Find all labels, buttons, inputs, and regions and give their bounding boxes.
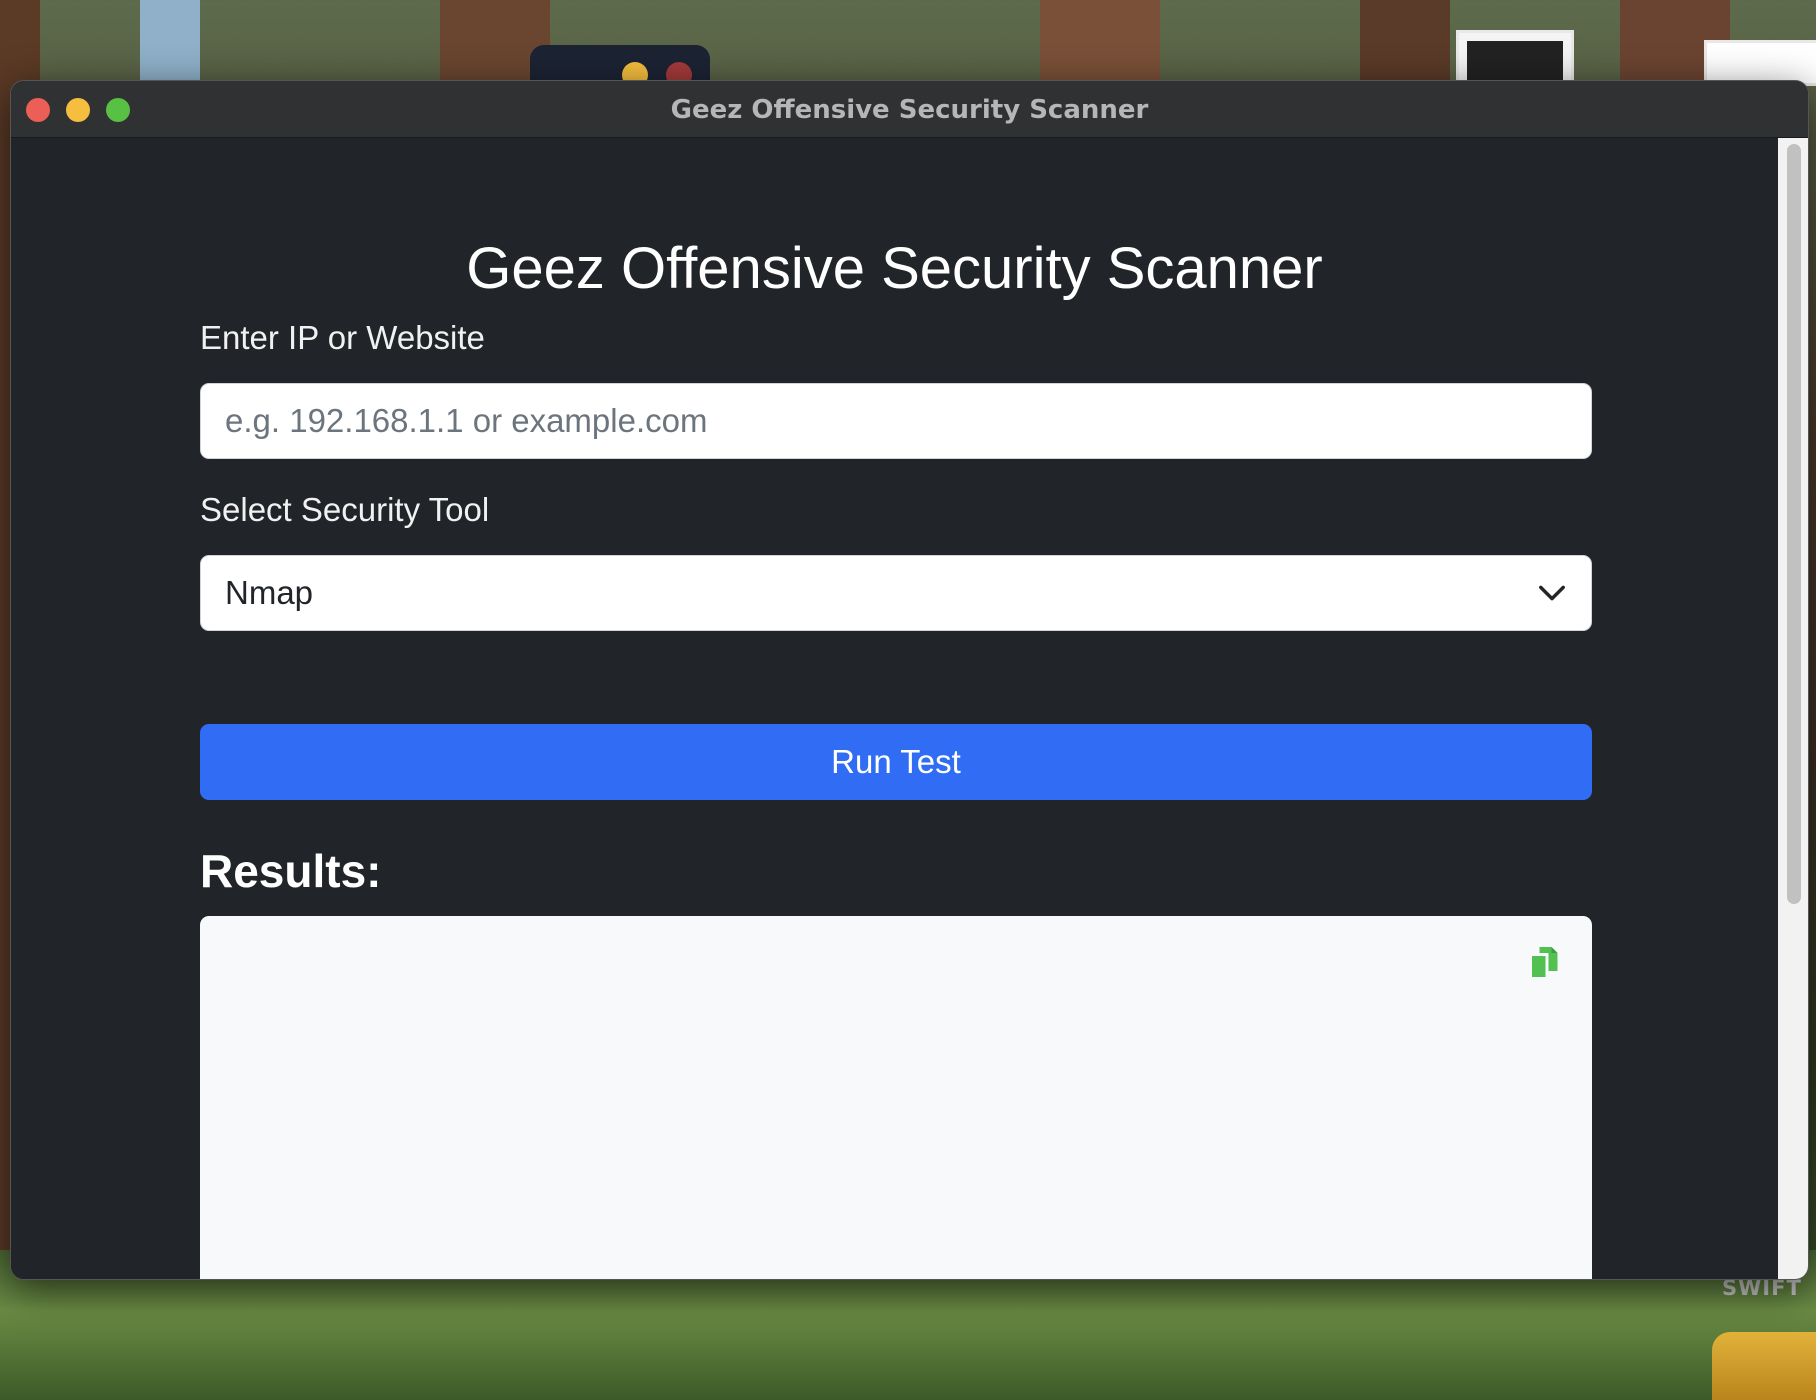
results-output[interactable] bbox=[200, 916, 1592, 1279]
window-thumbnail-preview bbox=[1467, 41, 1563, 83]
window-thumbnail[interactable] bbox=[1456, 30, 1574, 86]
chevron-down-icon bbox=[1539, 585, 1565, 601]
tool-select-label: Select Security Tool bbox=[200, 491, 490, 528]
scrollbar[interactable] bbox=[1778, 138, 1808, 1279]
page-title: Geez Offensive Security Scanner bbox=[466, 236, 1323, 301]
app-window: Geez Offensive Security Scanner Geez Off… bbox=[10, 80, 1809, 1280]
dock-app-icon[interactable] bbox=[1712, 1332, 1816, 1400]
scrollbar-thumb[interactable] bbox=[1787, 144, 1801, 904]
target-input[interactable] bbox=[200, 383, 1592, 459]
titlebar[interactable]: Geez Offensive Security Scanner bbox=[11, 81, 1808, 138]
target-field-label: Enter IP or Website bbox=[200, 319, 485, 356]
copy-icon[interactable] bbox=[1526, 944, 1562, 980]
run-test-button[interactable]: Run Test bbox=[200, 724, 1592, 800]
tool-select-value: Nmap bbox=[225, 574, 314, 611]
app-content: Geez Offensive Security Scanner Enter IP… bbox=[11, 138, 1778, 1279]
window-title: Geez Offensive Security Scanner bbox=[670, 95, 1149, 125]
tool-select[interactable]: Nmap bbox=[200, 555, 1592, 631]
wallpaper-sky bbox=[140, 0, 200, 90]
results-heading: Results: bbox=[200, 845, 382, 897]
